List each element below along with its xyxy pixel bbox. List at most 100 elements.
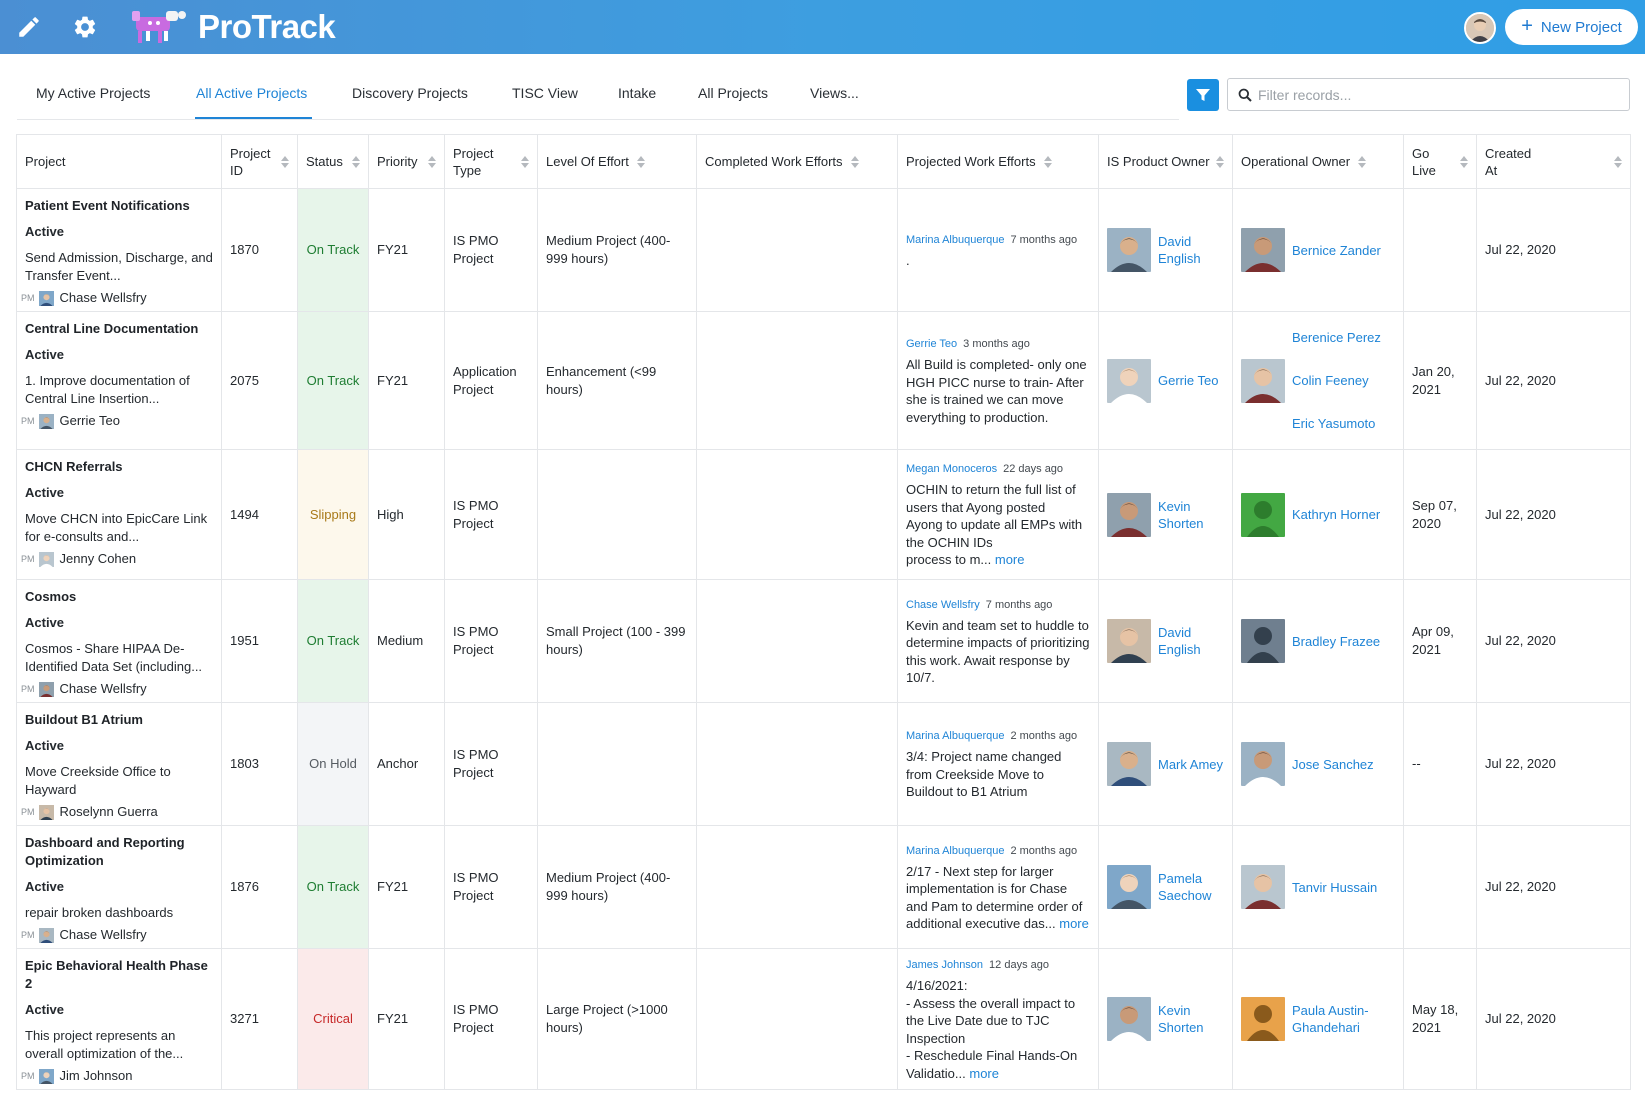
created-at-cell: Jul 22, 2020 (1476, 311, 1631, 450)
more-link[interactable]: more (995, 552, 1025, 567)
pm-name: Chase Wellsfry (59, 290, 147, 305)
tab-tisc-view[interactable]: TISC View (512, 85, 578, 101)
sort-icon[interactable] (1460, 155, 1468, 168)
project-name-link[interactable]: Dashboard and Reporting Optimization (25, 834, 213, 870)
column-header-project[interactable]: Project (16, 134, 222, 189)
filter-button[interactable] (1187, 79, 1219, 111)
more-link[interactable]: more (969, 1066, 999, 1081)
project-description: Send Admission, Discharge, and Transfer … (25, 250, 213, 283)
column-header-level-of-effort[interactable]: Level Of Effort (537, 134, 697, 189)
level-of-effort-cell: Medium Project (400-999 hours) (537, 825, 697, 949)
project-id-cell: 1870 (221, 188, 298, 312)
project-name-link[interactable]: Cosmos (25, 588, 213, 606)
sort-icon[interactable] (850, 155, 859, 168)
column-header-project-id[interactable]: Project ID (221, 134, 298, 189)
sort-icon[interactable] (1216, 155, 1224, 168)
column-header-created-at[interactable]: Created At (1476, 134, 1631, 189)
update-text: . (906, 252, 910, 268)
operational-owner-cell: Berenice Perez Colin Feeney Eric Yasumoto (1232, 311, 1404, 450)
is-product-owner-link[interactable]: Pamela Saechow (1158, 870, 1224, 904)
project-name-link[interactable]: Central Line Documentation (25, 320, 213, 338)
is-product-owner-link[interactable]: David English (1158, 624, 1224, 658)
pm-label: PM (21, 930, 35, 940)
update-author-link[interactable]: Marina Albuquerque (906, 730, 1004, 742)
operational-owner-link[interactable]: Kathryn Horner (1292, 506, 1380, 523)
column-header-operational-owner[interactable]: Operational Owner (1232, 134, 1404, 189)
pencil-icon[interactable] (9, 7, 49, 47)
update-author-link[interactable]: James Johnson (906, 959, 983, 971)
sort-icon[interactable] (428, 155, 436, 168)
user-avatar[interactable] (1464, 12, 1496, 44)
column-header-completed-work-efforts[interactable]: Completed Work Efforts (696, 134, 898, 189)
is-product-owner-link[interactable]: Mark Amey (1158, 756, 1223, 773)
operational-owner-link[interactable]: Paula Austin-Ghandehari (1292, 1002, 1395, 1036)
table-row[interactable]: Epic Behavioral Health Phase 2 Active This… (16, 948, 1631, 1090)
sort-icon[interactable] (352, 155, 360, 168)
new-project-button[interactable]: + New Project (1505, 9, 1638, 45)
tab-all-active-projects[interactable]: All Active Projects (196, 85, 307, 101)
created-at-cell: Jul 22, 2020 (1476, 188, 1631, 312)
tab-my-active-projects[interactable]: My Active Projects (36, 85, 150, 101)
operational-owner-link[interactable]: Jose Sanchez (1292, 756, 1374, 773)
update-text: 2/17 - Next step for larger implementati… (906, 863, 1089, 932)
table-row[interactable]: Patient Event Notifications Active Send Ad… (16, 188, 1631, 312)
operational-owner-link[interactable]: Berenice Perez (1292, 329, 1381, 346)
table-row[interactable]: Central Line Documentation Active 1. Impro… (16, 311, 1631, 450)
project-name-link[interactable]: Patient Event Notifications (25, 197, 213, 215)
sort-icon[interactable] (521, 155, 529, 168)
operational-owner-link[interactable]: Bernice Zander (1292, 242, 1381, 259)
is-product-owner-cell: Gerrie Teo (1098, 311, 1233, 450)
pm-name: Jim Johnson (59, 1068, 133, 1083)
sort-icon[interactable] (1043, 155, 1052, 168)
operational-owner-link[interactable]: Colin Feeney (1292, 372, 1381, 389)
update-author-link[interactable]: Marina Albuquerque (906, 234, 1004, 246)
update-author-link[interactable]: Gerrie Teo (906, 338, 957, 350)
project-name-link[interactable]: CHCN Referrals (25, 458, 213, 476)
table-row[interactable]: Cosmos Active Cosmos - Share HIPAA De-Iden… (16, 579, 1631, 703)
sort-icon[interactable] (1614, 155, 1622, 168)
more-link[interactable]: more (1059, 916, 1089, 931)
gear-icon[interactable] (65, 7, 105, 47)
sort-icon[interactable] (1358, 155, 1367, 168)
is-product-owner-link[interactable]: Kevin Shorten (1158, 498, 1224, 532)
go-live-cell: Apr 09, 2021 (1403, 579, 1477, 703)
column-header-projected-work-efforts[interactable]: Projected Work Efforts (897, 134, 1099, 189)
sort-icon[interactable] (636, 155, 645, 168)
column-header-is-product-owner[interactable]: IS Product Owner (1098, 134, 1233, 189)
table-row[interactable]: Dashboard and Reporting Optimization Acti… (16, 825, 1631, 949)
is-product-owner-link[interactable]: David English (1158, 233, 1224, 267)
project-state: Active (25, 879, 65, 894)
column-header-project-type[interactable]: Project Type (444, 134, 538, 189)
tab-discovery-projects[interactable]: Discovery Projects (352, 85, 468, 101)
operational-owner-link[interactable]: Eric Yasumoto (1292, 415, 1381, 432)
table-row[interactable]: CHCN Referrals Active Move CHCN into EpicC… (16, 449, 1631, 580)
project-name-link[interactable]: Buildout B1 Atrium (25, 711, 213, 729)
update-author-link[interactable]: Marina Albuquerque (906, 845, 1004, 857)
is-product-owner-link[interactable]: Gerrie Teo (1158, 372, 1218, 389)
table-row[interactable]: Buildout B1 Atrium Active Move Creekside O… (16, 702, 1631, 826)
operational-owner-link[interactable]: Bradley Frazee (1292, 633, 1380, 650)
update-author-link[interactable]: Megan Monoceros (906, 463, 997, 475)
project-state: Active (25, 485, 65, 500)
tab-all-projects[interactable]: All Projects (698, 85, 768, 101)
status-badge: On Track (297, 188, 369, 312)
tab-intake[interactable]: Intake (618, 85, 656, 101)
column-header-go-live[interactable]: Go Live (1403, 134, 1477, 189)
is-product-owner-cell: Mark Amey (1098, 702, 1233, 826)
project-name-link[interactable]: Epic Behavioral Health Phase 2 (25, 957, 213, 993)
is-product-owner-link[interactable]: Kevin Shorten (1158, 1002, 1224, 1036)
project-manager: PM Jenny Cohen (21, 550, 213, 568)
update-text: Kevin and team set to huddle to determin… (906, 617, 1090, 686)
created-at-cell: Jul 22, 2020 (1476, 702, 1631, 826)
project-type-cell: IS PMO Project (444, 702, 538, 826)
operational-owner-link[interactable]: Tanvir Hussain (1292, 879, 1377, 896)
sort-icon[interactable] (281, 155, 289, 168)
tab-views-menu[interactable]: Views... (810, 85, 859, 101)
owner-photo (1241, 358, 1285, 403)
pm-label: PM (21, 416, 35, 426)
update-author-link[interactable]: Chase Wellsfry (906, 599, 980, 611)
column-header-priority[interactable]: Priority (368, 134, 445, 189)
protrack-logo[interactable]: ProTrack (130, 6, 336, 48)
filter-records-input[interactable] (1258, 86, 1618, 103)
column-header-status[interactable]: Status (297, 134, 369, 189)
